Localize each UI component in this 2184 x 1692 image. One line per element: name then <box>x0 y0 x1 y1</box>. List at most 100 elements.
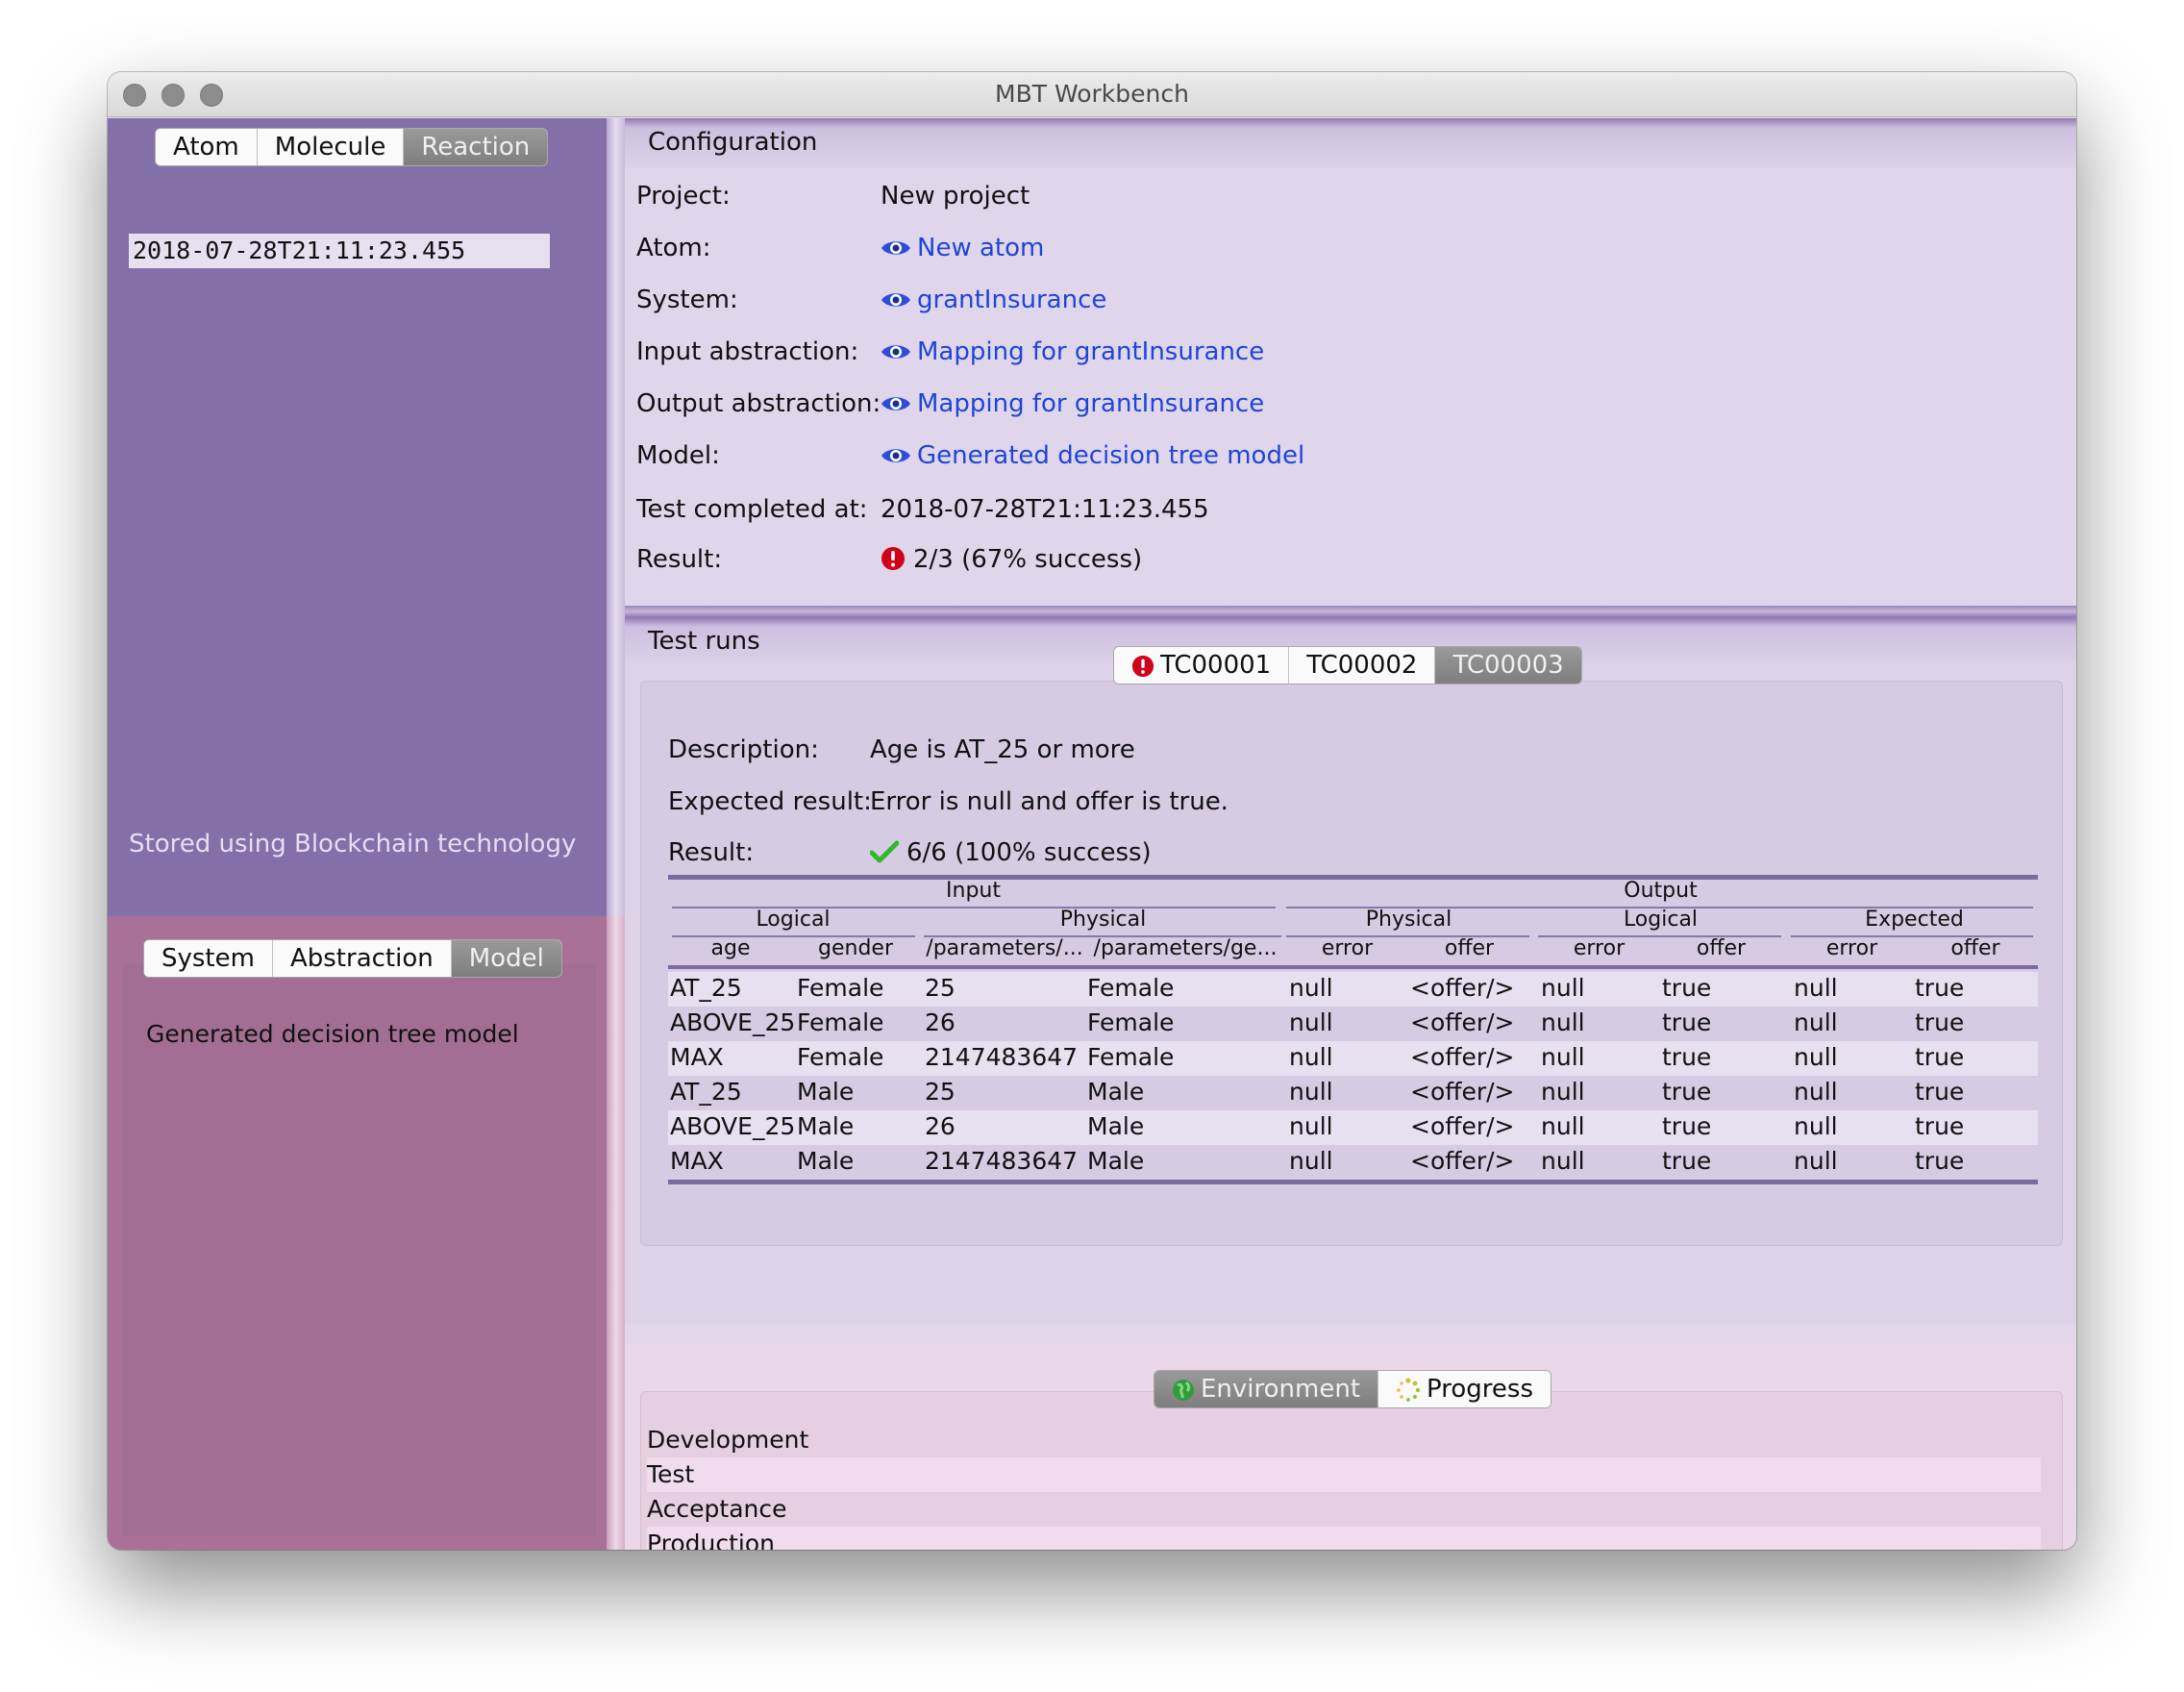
environment-item-development[interactable]: Development <box>647 1423 2041 1457</box>
cell-log-error: null <box>1541 974 1585 1002</box>
tab-abstraction[interactable]: Abstraction <box>272 940 452 977</box>
table-row[interactable]: MAX Female 2147483647 Female null <offer/> nul… <box>668 1041 2038 1076</box>
tab-system[interactable]: System <box>144 940 273 977</box>
system-link-text: grantInsurance <box>917 286 1107 314</box>
cell-exp-error: null <box>1794 1008 1838 1036</box>
environment-item-production[interactable]: Production <box>647 1527 2041 1550</box>
cell-param-age: 25 <box>925 974 956 1002</box>
horizontal-splitter[interactable] <box>625 606 2076 617</box>
table-bottom-border <box>668 1180 2038 1184</box>
model-link[interactable]: Generated decision tree model <box>881 441 1304 470</box>
cell-param-age: 25 <box>925 1078 956 1106</box>
tab-progress[interactable]: Progress <box>1378 1371 1551 1407</box>
table-row[interactable]: ABOVE_25 Male 26 Male null <offer/> null true nu… <box>668 1110 2038 1145</box>
test-result-label: Result: <box>668 838 755 867</box>
test-runs-area: Description: Age is AT_25 or more Expect… <box>625 646 2076 1325</box>
tab-tc00002[interactable]: TC00002 <box>1289 647 1436 684</box>
table-row[interactable]: AT_25 Female 25 Female null <offer/> null true n… <box>668 972 2038 1007</box>
level-tabs: Atom Molecule Reaction <box>155 128 549 166</box>
table-row[interactable]: MAX Male 2147483647 Male null <offer/> null tru… <box>668 1145 2038 1180</box>
environment-tabs: Environment Progress <box>1154 1370 1551 1408</box>
cell-exp-error: null <box>1794 1078 1838 1106</box>
cell-age: ABOVE_25 <box>670 1112 796 1140</box>
description-label: Description: <box>668 735 819 764</box>
tab-progress-label: Progress <box>1427 1375 1533 1404</box>
tab-tc00003[interactable]: TC00003 <box>1435 647 1581 684</box>
cell-log-offer: true <box>1662 1008 1712 1036</box>
cell-log-offer: true <box>1662 1147 1712 1175</box>
cell-exp-offer: true <box>1915 1078 1965 1106</box>
vertical-splitter-lower[interactable] <box>607 916 625 1550</box>
cell-age: MAX <box>670 1147 724 1175</box>
test-result-value: 6/6 (100% success) <box>869 838 1152 867</box>
cell-param-age: 26 <box>925 1112 956 1140</box>
environment-item-test[interactable]: Test <box>647 1457 2041 1492</box>
project-label: Project: <box>636 182 731 211</box>
cell-gender: Female <box>797 974 884 1002</box>
environment-item-acceptance[interactable]: Acceptance <box>647 1492 2041 1527</box>
system-link[interactable]: grantInsurance <box>881 286 1106 314</box>
cell-log-offer: true <box>1662 1112 1712 1140</box>
cell-phys-offer: <offer/> <box>1410 1008 1515 1036</box>
atom-link[interactable]: New atom <box>881 234 1044 262</box>
header-separator <box>668 965 2038 969</box>
test-result-row: Result: 6/6 (100% success) <box>668 838 1152 867</box>
cell-param-gender: Female <box>1087 974 1175 1002</box>
cell-phys-offer: <offer/> <box>1410 1078 1515 1106</box>
tab-model[interactable]: Model <box>451 940 561 977</box>
history-pane: Atom Molecule Reaction 2018-07-28T21:11:… <box>108 118 607 916</box>
eye-icon <box>881 241 910 255</box>
test-case-panel: Description: Age is AT_25 or more Expect… <box>640 681 2063 1246</box>
col-age[interactable]: age <box>668 936 793 960</box>
eye-icon <box>881 449 910 462</box>
tab-reaction[interactable]: Reaction <box>404 129 548 165</box>
table-row[interactable]: AT_25 Male 25 Male null <offer/> null true null t… <box>668 1076 2038 1110</box>
cell-exp-offer: true <box>1915 1147 1965 1175</box>
model-list-item[interactable]: Generated decision tree model <box>146 1020 519 1048</box>
col-phys-error[interactable]: error <box>1286 936 1408 960</box>
expected-row: Expected result: Error is null and offer… <box>668 787 1228 816</box>
header-logical-in: Logical <box>756 908 831 932</box>
cell-param-gender: Female <box>1087 1043 1175 1071</box>
storage-note: Stored using Blockchain technology <box>129 830 577 858</box>
history-list-item[interactable]: 2018-07-28T21:11:23.455 <box>129 234 550 268</box>
tab-tc00001[interactable]: TC00001 <box>1114 647 1290 684</box>
spinner-icon <box>1397 1377 1421 1402</box>
expected-value: Error is null and offer is true. <box>870 787 1228 816</box>
tab-atom[interactable]: Atom <box>156 129 258 165</box>
configuration-heading: Configuration <box>625 118 2076 168</box>
cell-exp-error: null <box>1794 974 1838 1002</box>
cell-gender: Male <box>797 1112 855 1140</box>
cell-age: MAX <box>670 1043 724 1071</box>
col-gender[interactable]: gender <box>793 936 918 960</box>
col-param-age[interactable]: /parameters/... <box>922 936 1087 960</box>
cell-log-error: null <box>1541 1147 1585 1175</box>
environment-panel: Development Test Acceptance Production <box>640 1391 2063 1550</box>
cell-age: ABOVE_25 <box>670 1008 796 1036</box>
globe-icon <box>1173 1379 1194 1401</box>
tab-molecule[interactable]: Molecule <box>257 129 405 165</box>
cell-age: AT_25 <box>670 974 742 1002</box>
col-phys-offer[interactable]: offer <box>1408 936 1530 960</box>
project-value: New project <box>881 182 1030 211</box>
col-log-offer[interactable]: offer <box>1660 936 1782 960</box>
cell-gender: Male <box>797 1147 855 1175</box>
cell-param-age: 2147483647 <box>925 1147 1079 1175</box>
output-abstraction-link[interactable]: Mapping for grantInsurance <box>881 389 1264 418</box>
cell-exp-error: null <box>1794 1112 1838 1140</box>
test-case-tabs: TC00001 TC00002 TC00003 <box>1113 646 1582 684</box>
output-abstraction-label: Output abstraction: <box>636 389 881 418</box>
model-list: Generated decision tree model <box>123 964 596 1536</box>
col-exp-error[interactable]: error <box>1791 936 1913 960</box>
table-row[interactable]: ABOVE_25 Female 26 Female null <offer/> null tr… <box>668 1007 2038 1041</box>
col-log-error[interactable]: error <box>1538 936 1660 960</box>
error-icon <box>1131 655 1154 677</box>
col-param-gender[interactable]: /parameters/ge... <box>1089 936 1281 960</box>
tab-environment[interactable]: Environment <box>1154 1371 1379 1407</box>
cell-log-offer: true <box>1662 1043 1712 1071</box>
cell-age: AT_25 <box>670 1078 742 1106</box>
cell-param-age: 2147483647 <box>925 1043 1079 1071</box>
input-abstraction-link[interactable]: Mapping for grantInsurance <box>881 337 1264 366</box>
cell-param-gender: Male <box>1087 1147 1145 1175</box>
col-exp-offer[interactable]: offer <box>1913 936 2038 960</box>
